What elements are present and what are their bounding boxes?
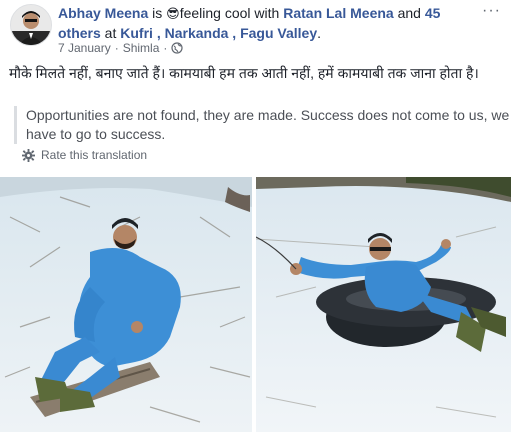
globe-icon[interactable] <box>171 42 183 54</box>
post-meta: 7 January · Shimla · <box>58 41 183 55</box>
period-text: . <box>317 25 321 41</box>
post-text-hindi: मौके मिलते नहीं, बनाए जाते हैं। कामयाबी … <box>9 65 479 81</box>
cool-emoji-icon: 😎 <box>166 7 180 22</box>
location-link[interactable]: Kufri , Narkanda , Fagu Valley <box>120 25 317 41</box>
post-header: Abhay Meena is 😎feeling cool with Ratan … <box>58 4 478 43</box>
rate-translation-link[interactable]: Rate this translation <box>41 148 147 162</box>
translation-block: Opportunities are not found, they are ma… <box>14 106 511 144</box>
at-text: at <box>100 25 121 41</box>
and-text: and <box>393 5 425 21</box>
avatar[interactable] <box>10 4 52 46</box>
post-place[interactable]: Shimla <box>123 41 160 55</box>
post-date[interactable]: 7 January <box>58 41 111 55</box>
more-options-icon[interactable]: ··· <box>482 2 501 20</box>
meta-separator-2: · <box>163 41 168 55</box>
author-name[interactable]: Abhay Meena <box>58 5 148 21</box>
post-photo-tube[interactable] <box>256 177 511 432</box>
post-photo-sledge[interactable] <box>0 177 252 432</box>
tagged-user-link[interactable]: Ratan Lal Meena <box>283 5 393 21</box>
translation-text: Opportunities are not found, they are ma… <box>26 107 510 142</box>
facebook-post: Abhay Meena is 😎feeling cool with Ratan … <box>0 0 511 432</box>
feeling-text: feeling cool with <box>179 5 284 21</box>
gear-icon[interactable] <box>22 148 35 162</box>
rate-translation-row[interactable]: Rate this translation <box>22 148 147 162</box>
is-text: is <box>148 5 167 21</box>
meta-separator: · <box>114 41 119 55</box>
